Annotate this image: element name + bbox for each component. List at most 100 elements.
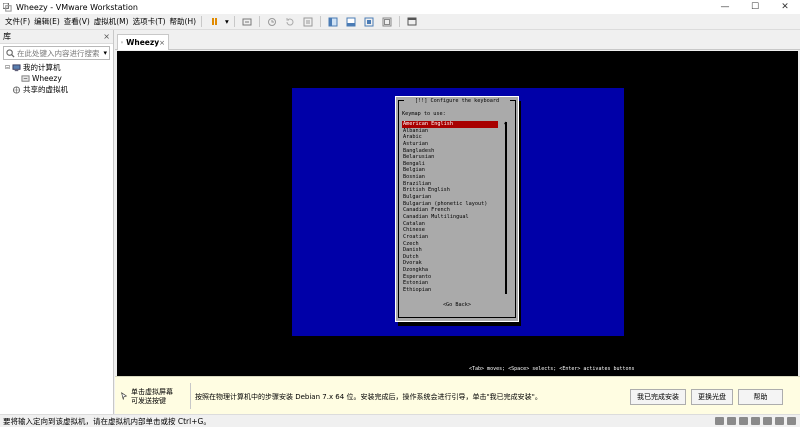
keymap-item[interactable]: Brazilian xyxy=(402,181,502,188)
toolbar-divider xyxy=(398,16,400,27)
keymap-item[interactable]: Croatian xyxy=(402,234,502,241)
toolbar-divider xyxy=(319,16,321,27)
full-screen-icon[interactable] xyxy=(363,16,375,28)
tree-item-shared-vms[interactable]: 共享的虚拟机 xyxy=(0,84,113,95)
send-ctrl-alt-del-icon[interactable] xyxy=(241,16,253,28)
keymap-prompt: Keymap to use: xyxy=(402,111,446,117)
keymap-scrollbar[interactable] xyxy=(505,122,507,294)
device-icons xyxy=(715,417,800,425)
collapse-icon[interactable]: ⊟ xyxy=(5,64,12,71)
keymap-item[interactable]: Bosnian xyxy=(402,174,502,181)
keymap-item[interactable]: Bengali xyxy=(402,161,502,168)
keymap-item[interactable]: British English xyxy=(402,187,502,194)
installer-screen[interactable]: [!!] Configure the keyboard Keymap to us… xyxy=(292,88,635,372)
keymap-item[interactable]: Catalan xyxy=(402,221,502,228)
library-tree: ⊟ 我的计算机 Wheezy 共享的虚拟机 xyxy=(0,62,113,95)
library-search[interactable]: ▾ xyxy=(3,46,110,60)
usb-controller-icon[interactable] xyxy=(751,417,760,425)
menu-bar: 文件(F) 编辑(E) 查看(V) 虚拟机(M) 选项卡(T) 帮助(H) ▾ xyxy=(0,14,800,30)
keymap-item[interactable]: Chinese xyxy=(402,227,502,234)
search-icon xyxy=(6,48,15,58)
menu-tabs[interactable]: 选项卡(T) xyxy=(131,16,168,27)
maximize-button[interactable]: ☐ xyxy=(740,0,770,14)
revert-snapshot-icon[interactable] xyxy=(284,16,296,28)
keymap-item[interactable]: Dvorak xyxy=(402,260,502,267)
vm-icon xyxy=(21,74,30,82)
status-bar: 要将输入定向到该虚拟机，请在虚拟机内部单击或按 Ctrl+G。 xyxy=(0,414,800,427)
sound-card-icon[interactable] xyxy=(763,417,772,425)
click-hint-text: 单击虚拟屏幕 可发送按键 xyxy=(131,388,173,405)
toolbar-divider xyxy=(233,16,235,27)
minimize-button[interactable]: — xyxy=(710,0,740,14)
close-button[interactable]: ✕ xyxy=(770,0,800,14)
mouse-click-icon xyxy=(121,392,128,400)
installer-key-help: <Tab> moves; <Space> selects; <Enter> ac… xyxy=(469,366,635,372)
keymap-item[interactable]: Danish xyxy=(402,247,502,254)
library-view-icon[interactable] xyxy=(327,16,339,28)
thumbnail-view-icon[interactable] xyxy=(345,16,357,28)
keymap-item[interactable]: Canadian Multilingual xyxy=(402,214,502,221)
keymap-item[interactable]: Canadian French xyxy=(402,207,502,214)
keymap-item[interactable]: Dutch xyxy=(402,254,502,261)
tab-close-icon[interactable]: × xyxy=(159,39,165,47)
install-message: 按照在物理计算机中的步骤安装 Debian 7.x 64 位。安装完成后，操作系… xyxy=(195,393,542,401)
library-panel: 库 × ▾ ⊟ 我的计算机 Wheezy 共享的虚拟机 xyxy=(0,30,114,416)
search-dropdown-icon[interactable]: ▾ xyxy=(103,49,107,57)
printer-icon[interactable] xyxy=(775,417,784,425)
tree-item-wheezy[interactable]: Wheezy xyxy=(0,73,113,84)
tab-strip: Wheezy × xyxy=(115,30,800,50)
keymap-item[interactable]: Estonian xyxy=(402,280,502,287)
shared-vm-icon xyxy=(12,85,21,94)
menu-file[interactable]: 文件(F) xyxy=(3,16,32,27)
menu-help[interactable]: 帮助(H) xyxy=(168,16,199,27)
keymap-item[interactable]: Bulgarian xyxy=(402,194,502,201)
unity-mode-icon[interactable] xyxy=(381,16,393,28)
change-disc-button[interactable]: 更换光盘 xyxy=(691,389,733,405)
tab-label: Wheezy xyxy=(126,38,160,47)
menu-vm[interactable]: 虚拟机(M) xyxy=(92,16,131,27)
power-dropdown-icon[interactable]: ▾ xyxy=(223,17,231,26)
library-close-icon[interactable]: × xyxy=(103,32,110,41)
title-bar: Wheezy - VMware Workstation — ☐ ✕ xyxy=(0,0,800,14)
console-view-icon[interactable] xyxy=(406,16,418,28)
library-header: 库 × xyxy=(0,30,113,44)
menu-edit[interactable]: 编辑(E) xyxy=(32,16,62,27)
help-button[interactable]: 帮助 xyxy=(738,389,783,405)
go-back-button[interactable]: <Go Back> xyxy=(396,302,518,308)
tree-label-shared-vms: 共享的虚拟机 xyxy=(23,85,68,94)
keymap-item[interactable]: Czech xyxy=(402,241,502,248)
keymap-item[interactable]: Belarusian xyxy=(402,154,502,161)
keymap-item[interactable]: Arabic xyxy=(402,134,502,141)
pause-icon[interactable] xyxy=(208,16,220,28)
finished-install-button[interactable]: 我已完成安装 xyxy=(630,389,686,405)
notification-divider xyxy=(190,383,191,409)
tree-label-my-computer: 我的计算机 xyxy=(23,63,61,72)
network-adapter-icon[interactable] xyxy=(739,417,748,425)
keymap-item[interactable]: Bulgarian (phonetic layout) xyxy=(402,201,502,208)
computer-icon xyxy=(12,63,21,71)
keymap-item[interactable]: Dzongkha xyxy=(402,267,502,274)
dialog-title: [!!] Configure the keyboard xyxy=(404,97,510,106)
vm-console[interactable]: [!!] Configure the keyboard Keymap to us… xyxy=(117,51,798,376)
status-text: 要将输入定向到该虚拟机，请在虚拟机内部单击或按 Ctrl+G。 xyxy=(3,416,211,426)
library-title: 库 xyxy=(3,32,11,41)
menu-view[interactable]: 查看(V) xyxy=(62,16,92,27)
keymap-item[interactable]: Belgian xyxy=(402,167,502,174)
snapshot-icon[interactable] xyxy=(266,16,278,28)
keymap-item[interactable]: Bangladesh xyxy=(402,148,502,155)
search-input[interactable] xyxy=(17,48,99,58)
keymap-item[interactable]: Ethiopian xyxy=(402,287,502,294)
keymap-item[interactable]: Esperanto xyxy=(402,274,502,281)
hard-disk-icon[interactable] xyxy=(715,417,724,425)
keymap-item[interactable]: Albanian xyxy=(402,128,502,135)
install-notification-bar: 单击虚拟屏幕 可发送按键 按照在物理计算机中的步骤安装 Debian 7.x 6… xyxy=(115,376,800,414)
tree-item-my-computer[interactable]: ⊟ 我的计算机 xyxy=(0,62,113,73)
toolbar-divider xyxy=(258,16,260,27)
tab-wheezy[interactable]: Wheezy × xyxy=(117,34,169,50)
snapshot-manager-icon[interactable] xyxy=(302,16,314,28)
display-icon[interactable] xyxy=(787,417,796,425)
vmware-logo-icon xyxy=(3,2,12,12)
keymap-item[interactable]: American English xyxy=(402,121,498,128)
cd-drive-icon[interactable] xyxy=(727,417,736,425)
keymap-item[interactable]: Asturian xyxy=(402,141,502,148)
